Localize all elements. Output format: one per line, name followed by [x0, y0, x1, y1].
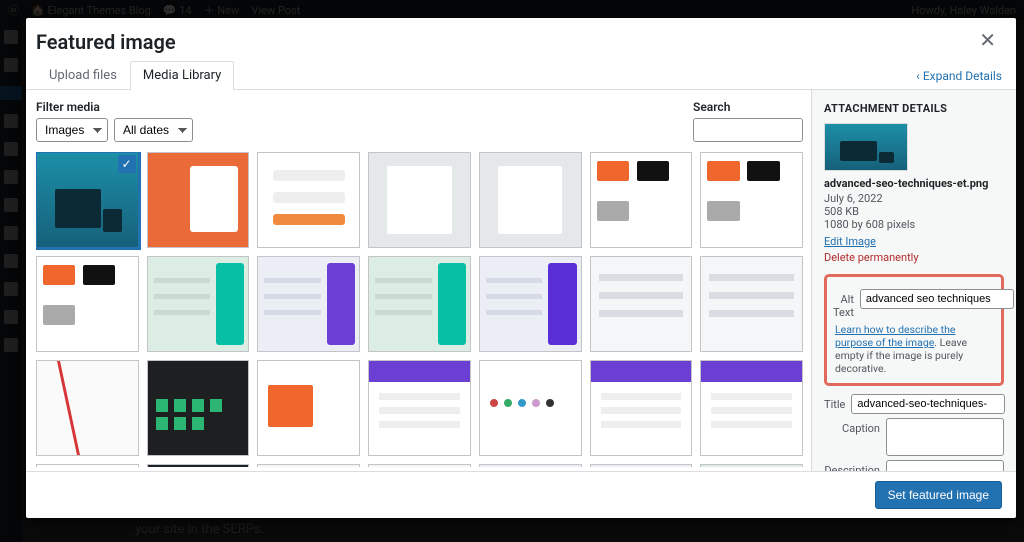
- attachment-thumb[interactable]: [590, 152, 693, 248]
- attachment-details: ATTACHMENT DETAILS advanced-seo-techniqu…: [811, 90, 1016, 471]
- attachment-thumb[interactable]: [36, 152, 139, 248]
- media-browser: Filter media Images All dates Search: [26, 90, 811, 471]
- tab-upload-files[interactable]: Upload files: [36, 61, 130, 90]
- description-input[interactable]: [886, 460, 1004, 471]
- close-icon[interactable]: ✕: [975, 28, 1000, 52]
- attachment-thumb[interactable]: [368, 464, 471, 467]
- attachment-thumb[interactable]: [590, 464, 693, 467]
- attachment-thumb[interactable]: [479, 152, 582, 248]
- media-tabs: Upload files Media Library: [36, 60, 234, 89]
- alt-text-highlight: Alt Text Learn how to describe the purpo…: [824, 274, 1004, 386]
- attachment-thumb[interactable]: [147, 256, 250, 352]
- attachment-thumb[interactable]: [368, 152, 471, 248]
- attachment-thumb[interactable]: [257, 152, 360, 248]
- attachment-thumb[interactable]: [590, 256, 693, 352]
- attachment-thumb[interactable]: [36, 464, 139, 467]
- modal-title: Featured image: [36, 28, 176, 60]
- details-dimensions: 1080 by 608 pixels: [824, 218, 1004, 231]
- attachment-thumb[interactable]: [147, 464, 250, 467]
- attachment-thumb[interactable]: [479, 464, 582, 467]
- description-label: Description: [824, 460, 880, 471]
- caption-label: Caption: [824, 418, 880, 435]
- set-featured-image-button[interactable]: Set featured image: [875, 481, 1002, 509]
- alt-text-label: Alt Text: [833, 289, 854, 319]
- edit-image-link[interactable]: Edit Image: [824, 235, 876, 248]
- filter-media-label: Filter media: [36, 100, 193, 114]
- expand-details-link[interactable]: Expand Details: [916, 69, 1002, 89]
- alt-text-input[interactable]: [860, 289, 1014, 309]
- attachment-thumb[interactable]: [700, 152, 803, 248]
- attachment-thumb[interactable]: [368, 360, 471, 456]
- details-size: 508 KB: [824, 205, 1004, 218]
- details-thumbnail: [824, 123, 908, 171]
- details-heading: ATTACHMENT DETAILS: [824, 102, 1004, 115]
- search-label: Search: [693, 100, 803, 114]
- attachment-thumb[interactable]: [700, 464, 803, 467]
- filter-type-select[interactable]: Images: [36, 118, 108, 142]
- attachment-thumb[interactable]: [36, 256, 139, 352]
- attachment-thumb[interactable]: [700, 360, 803, 456]
- tab-media-library[interactable]: Media Library: [130, 61, 234, 90]
- attachment-thumb[interactable]: [257, 360, 360, 456]
- title-input[interactable]: [851, 394, 1005, 414]
- title-label: Title: [824, 394, 845, 411]
- attachment-grid: [36, 152, 803, 467]
- search-input[interactable]: [693, 118, 803, 142]
- attachment-thumb[interactable]: [36, 360, 139, 456]
- attachment-thumb[interactable]: [368, 256, 471, 352]
- attachment-thumb[interactable]: [147, 152, 250, 248]
- attachment-thumb[interactable]: [147, 360, 250, 456]
- attachment-thumb[interactable]: [257, 256, 360, 352]
- attachment-thumb[interactable]: [257, 464, 360, 467]
- filter-date-select[interactable]: All dates: [114, 118, 193, 142]
- caption-input[interactable]: [886, 418, 1004, 456]
- delete-permanently-link[interactable]: Delete permanently: [824, 251, 919, 264]
- attachment-thumb[interactable]: [479, 256, 582, 352]
- alt-text-hint: Learn how to describe the purpose of the…: [835, 323, 995, 375]
- details-filename: advanced-seo-techniques-et.png: [824, 177, 1004, 190]
- attachment-thumb[interactable]: [700, 256, 803, 352]
- attachment-thumb[interactable]: [590, 360, 693, 456]
- attachment-thumb[interactable]: [479, 360, 582, 456]
- featured-image-modal: Featured image ✕ Upload files Media Libr…: [26, 18, 1016, 518]
- details-date: July 6, 2022: [824, 192, 1004, 205]
